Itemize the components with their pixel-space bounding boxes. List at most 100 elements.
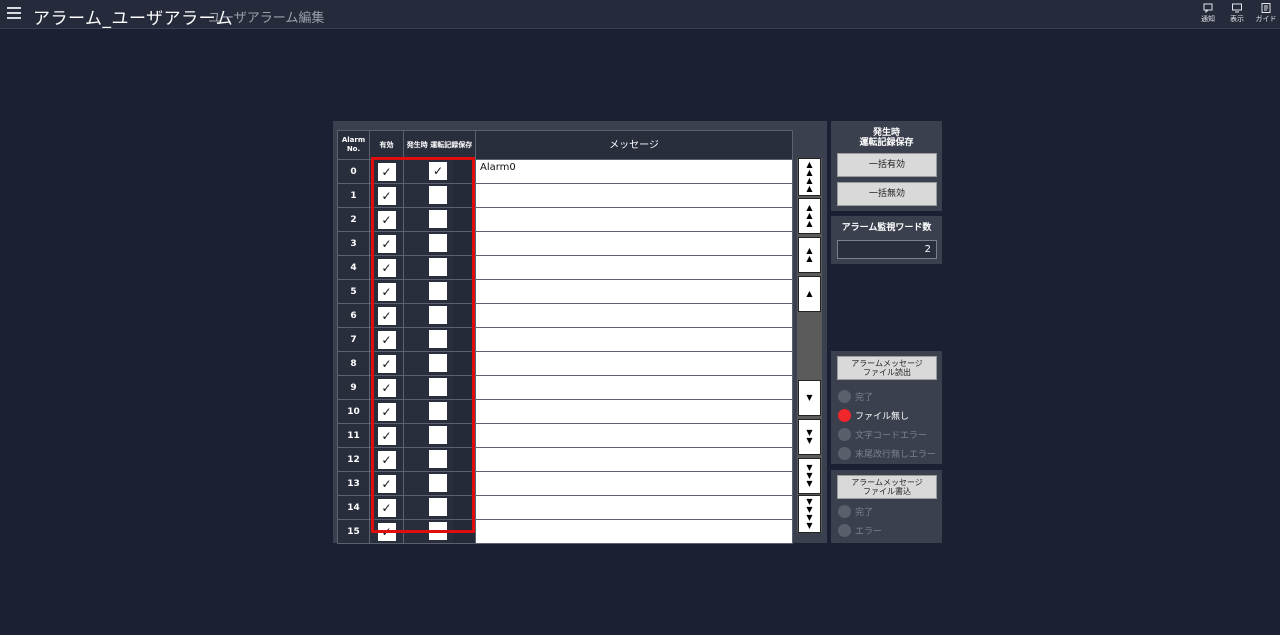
- enabled-checkbox[interactable]: ✓: [377, 403, 396, 422]
- read-status-newline-error: 末尾改行無しエラー: [838, 446, 936, 460]
- message-cell[interactable]: [475, 255, 793, 280]
- message-header: メッセージ: [475, 130, 793, 160]
- scroll-up-1-button[interactable]: ▲: [798, 276, 821, 312]
- file-write-button[interactable]: アラームメッセージ ファイル書込: [837, 475, 937, 499]
- enabled-checkbox[interactable]: ✓: [377, 475, 396, 494]
- enabled-checkbox[interactable]: ✓: [377, 451, 396, 470]
- save-header: 発生時 運転記録保存: [403, 130, 476, 160]
- message-cell[interactable]: [475, 303, 793, 328]
- word-count-field[interactable]: 2: [837, 240, 937, 259]
- status-led-icon: [838, 523, 851, 537]
- arrow-down-icon: ▼: [806, 479, 813, 488]
- save-checkbox[interactable]: [429, 354, 447, 372]
- message-cell[interactable]: [475, 423, 793, 448]
- table-row: 5 ✓: [337, 279, 793, 304]
- save-checkbox[interactable]: [429, 498, 447, 516]
- save-checkbox[interactable]: [429, 186, 447, 204]
- scroll-down-1-button[interactable]: ▼: [798, 380, 821, 416]
- save-checkbox[interactable]: [429, 474, 447, 492]
- alarm-no-cell: 15: [337, 519, 370, 544]
- save-checkbox[interactable]: [429, 258, 447, 276]
- message-cell[interactable]: [475, 375, 793, 400]
- message-cell[interactable]: [475, 351, 793, 376]
- enabled-checkbox[interactable]: ✓: [377, 331, 396, 350]
- save-checkbox[interactable]: [429, 330, 447, 348]
- save-panel-title-line2: 運転記録保存: [859, 138, 914, 148]
- save-checkbox[interactable]: [429, 522, 447, 540]
- alarm-no-cell: 3: [337, 231, 370, 256]
- message-cell[interactable]: [475, 471, 793, 496]
- save-cell: [403, 231, 476, 256]
- table-row: 1 ✓: [337, 183, 793, 208]
- save-checkbox[interactable]: [429, 378, 447, 396]
- read-status-no-file: ファイル無し: [838, 408, 909, 422]
- enable-all-button[interactable]: 一括有効: [837, 153, 937, 177]
- save-cell: [403, 255, 476, 280]
- enabled-checkbox[interactable]: ✓: [377, 259, 396, 278]
- enabled-checkbox[interactable]: ✓: [377, 187, 396, 206]
- guide-label: ガイド: [1255, 15, 1277, 23]
- message-cell[interactable]: [475, 183, 793, 208]
- enabled-checkbox[interactable]: ✓: [377, 355, 396, 374]
- enabled-cell: ✓: [369, 399, 404, 424]
- message-cell[interactable]: [475, 327, 793, 352]
- scroll-down-3-button[interactable]: ▼ ▼ ▼: [798, 458, 821, 494]
- message-cell[interactable]: [475, 495, 793, 520]
- notification-icon: [1203, 3, 1213, 13]
- scroll-up-2-button[interactable]: ▲ ▲: [798, 237, 821, 273]
- save-checkbox[interactable]: [429, 402, 447, 420]
- alarm-no-cell: 14: [337, 495, 370, 520]
- hamburger-menu-icon[interactable]: [7, 7, 21, 21]
- save-cell: [403, 423, 476, 448]
- notification-button[interactable]: 通知: [1196, 3, 1220, 24]
- save-checkbox[interactable]: [429, 234, 447, 252]
- enabled-checkbox[interactable]: ✓: [377, 307, 396, 326]
- disable-all-button[interactable]: 一括無効: [837, 182, 937, 206]
- display-button[interactable]: 表示: [1225, 3, 1249, 24]
- save-cell: [403, 495, 476, 520]
- scroll-down-2-button[interactable]: ▼ ▼: [798, 419, 821, 455]
- message-cell[interactable]: [475, 447, 793, 472]
- enabled-checkbox[interactable]: ✓: [377, 427, 396, 446]
- save-cell: [403, 303, 476, 328]
- read-status-complete: 完了: [838, 389, 873, 403]
- status-label: 完了: [855, 507, 874, 518]
- guide-button[interactable]: ガイド: [1254, 3, 1278, 24]
- message-cell[interactable]: [475, 207, 793, 232]
- table-row: 13 ✓: [337, 471, 793, 496]
- message-cell[interactable]: [475, 231, 793, 256]
- enabled-checkbox[interactable]: ✓: [377, 523, 396, 542]
- enabled-checkbox[interactable]: ✓: [377, 283, 396, 302]
- enabled-header: 有効: [369, 130, 404, 160]
- write-status-error: エラー: [838, 523, 882, 537]
- scroll-down-4-button[interactable]: ▼ ▼ ▼ ▼: [798, 495, 821, 533]
- file-read-button[interactable]: アラームメッセージ ファイル読出: [837, 356, 937, 380]
- message-cell[interactable]: Alarm0: [475, 159, 793, 184]
- status-label: ファイル無し: [855, 411, 910, 422]
- message-cell[interactable]: [475, 279, 793, 304]
- write-status-complete: 完了: [838, 504, 873, 518]
- message-cell[interactable]: [475, 519, 793, 544]
- alarm-no-cell: 1: [337, 183, 370, 208]
- save-checkbox[interactable]: ✓: [429, 162, 447, 180]
- save-checkbox[interactable]: [429, 306, 447, 324]
- enabled-cell: ✓: [369, 375, 404, 400]
- save-checkbox[interactable]: [429, 450, 447, 468]
- enabled-checkbox[interactable]: ✓: [377, 235, 396, 254]
- save-cell: [403, 279, 476, 304]
- enabled-checkbox[interactable]: ✓: [377, 211, 396, 230]
- save-checkbox[interactable]: [429, 426, 447, 444]
- enabled-checkbox[interactable]: ✓: [377, 379, 396, 398]
- scroll-up-4-button[interactable]: ▲ ▲ ▲ ▲: [798, 158, 821, 196]
- save-checkbox[interactable]: [429, 210, 447, 228]
- table-row: 15 ✓: [337, 519, 793, 544]
- enabled-checkbox[interactable]: ✓: [377, 163, 396, 182]
- message-cell[interactable]: [475, 399, 793, 424]
- table-row: 2 ✓: [337, 207, 793, 232]
- scroll-column[interactable]: ▲ ▲ ▲ ▲ ▲ ▲ ▲ ▲ ▲ ▲ ▼ ▼ ▼ ▼ ▼ ▼ ▼ ▼ ▼ ▼: [797, 158, 822, 533]
- save-cell: [403, 375, 476, 400]
- enabled-checkbox[interactable]: ✓: [377, 499, 396, 518]
- save-checkbox[interactable]: [429, 282, 447, 300]
- scroll-up-3-button[interactable]: ▲ ▲ ▲: [798, 198, 821, 234]
- save-cell: ✓: [403, 159, 476, 184]
